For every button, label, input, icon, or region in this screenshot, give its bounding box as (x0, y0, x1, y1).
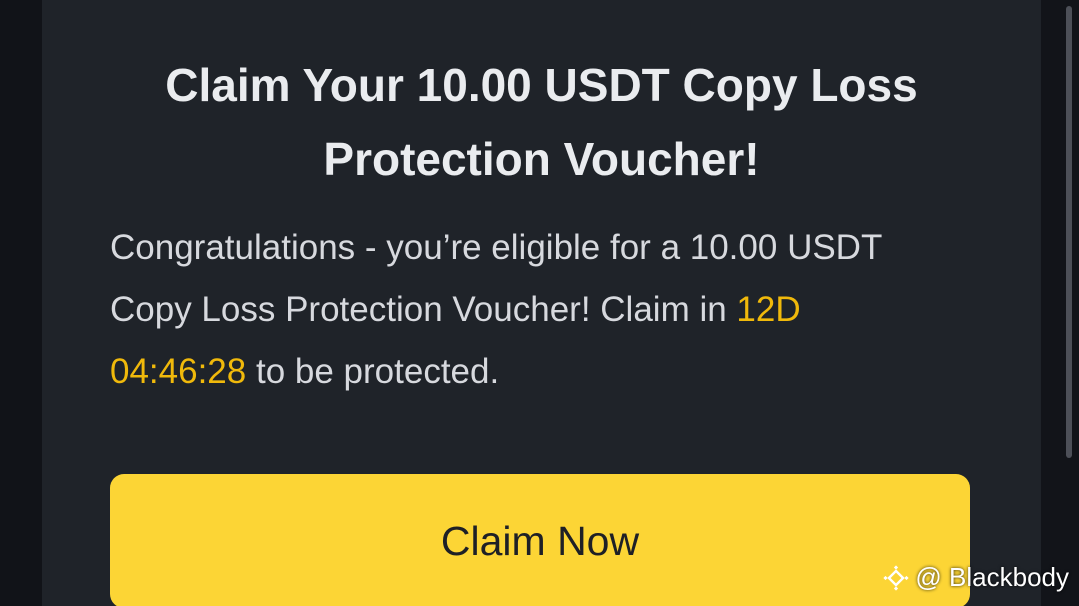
backdrop-left (0, 0, 42, 606)
message-line-2-text: Copy Loss Protection Voucher! Claim in (110, 290, 737, 329)
message-line-3-text: to be protected. (246, 352, 500, 391)
countdown-time: 04:46:28 (110, 352, 247, 391)
voucher-modal: Claim Your 10.00 USDT Copy Loss Protecti… (42, 0, 1041, 606)
backdrop-right (1041, 0, 1079, 606)
modal-title: Claim Your 10.00 USDT Copy Loss Protecti… (42, 48, 1041, 196)
message-line-2: Copy Loss Protection Voucher! Claim in 1… (110, 279, 990, 341)
binance-square-logo-icon (883, 564, 910, 591)
claim-now-button[interactable]: Claim Now (110, 474, 970, 606)
message-line-1: Congratulations - you’re eligible for a … (110, 228, 883, 267)
modal-message: Congratulations - you’re eligible for a … (110, 217, 990, 403)
watermark: @ Blackbody (883, 562, 1069, 593)
message-line-3: 04:46:28 to be protected. (110, 341, 990, 403)
countdown-days: 12D (736, 290, 801, 329)
watermark-handle: @ Blackbody (915, 562, 1069, 592)
modal-title-line-1: Claim Your 10.00 USDT Copy Loss (165, 59, 918, 111)
screen: Claim Your 10.00 USDT Copy Loss Protecti… (0, 0, 1079, 606)
modal-title-line-2: Protection Voucher! (323, 133, 760, 185)
scrollbar[interactable] (1066, 6, 1072, 458)
